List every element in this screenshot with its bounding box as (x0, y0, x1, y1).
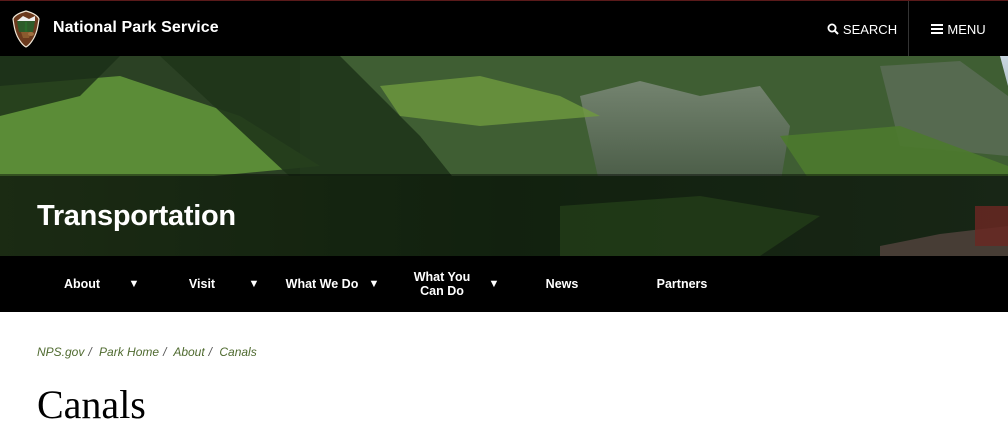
breadcrumb-separator: / (163, 345, 167, 359)
breadcrumb-separator: / (208, 345, 213, 359)
site-header: National Park Service SEARCH MENU (0, 0, 1008, 57)
chevron-down-icon[interactable]: ▼ (364, 256, 384, 312)
nav-item-what-you-can-do[interactable]: What You Can Do (397, 256, 487, 312)
menu-label: MENU (947, 21, 986, 37)
chevron-down-icon[interactable]: ▼ (244, 256, 264, 312)
brand[interactable]: National Park Service (11, 10, 219, 48)
chevron-down-icon[interactable]: ▼ (484, 256, 504, 312)
hamburger-icon (931, 24, 944, 34)
breadcrumb-link-park-home[interactable]: Park Home (99, 345, 159, 359)
section-nav: About ▼ Visit ▼ What We Do ▼ What You Ca… (0, 256, 1008, 312)
nav-item-partners[interactable]: Partners (637, 256, 727, 312)
breadcrumb-separator: / (88, 345, 92, 359)
search-button[interactable]: SEARCH (816, 1, 908, 57)
hero-banner: Transportation (0, 56, 1008, 256)
search-label: SEARCH (842, 21, 898, 37)
nav-item-about[interactable]: About (37, 256, 127, 312)
nps-arrowhead-logo[interactable] (11, 10, 41, 48)
breadcrumb-link-about[interactable]: About (173, 345, 204, 359)
search-icon (827, 23, 839, 35)
breadcrumb-current: Canals (219, 345, 257, 359)
page-title: Canals (37, 382, 146, 427)
breadcrumb-link-nps[interactable]: NPS.gov (37, 345, 84, 359)
menu-button[interactable]: MENU (909, 1, 1008, 57)
brand-name[interactable]: National Park Service (53, 19, 219, 37)
hero-title: Transportation (37, 200, 236, 232)
nav-item-visit[interactable]: Visit (157, 256, 247, 312)
chevron-down-icon[interactable]: ▼ (124, 256, 144, 312)
breadcrumb: NPS.gov / Park Home / About / Canals (37, 345, 257, 359)
nav-item-what-we-do[interactable]: What We Do (277, 256, 367, 312)
nav-item-news[interactable]: News (517, 256, 607, 312)
